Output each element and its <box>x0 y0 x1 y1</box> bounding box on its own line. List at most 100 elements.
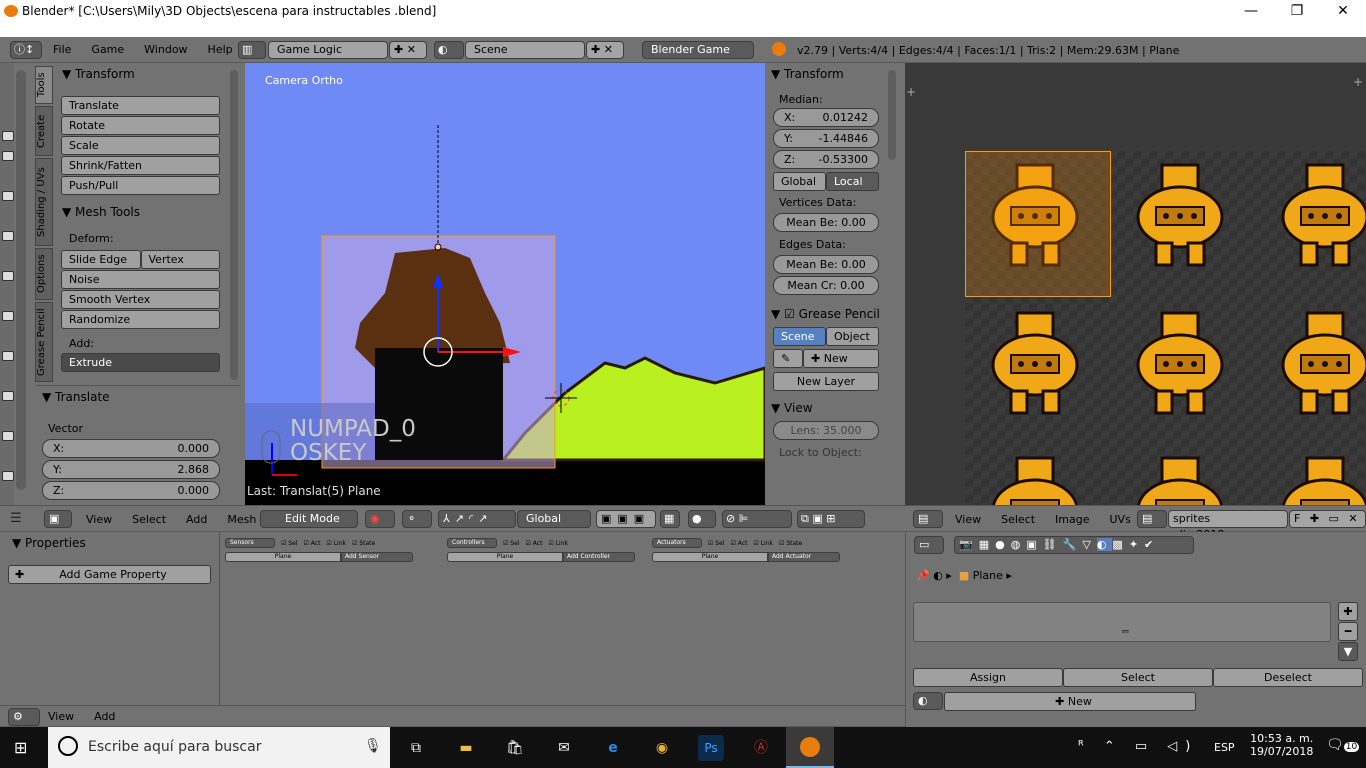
median-y-field[interactable]: Y: -1.44846 <box>773 129 879 148</box>
pivot-select-icon[interactable]: ⚬ <box>402 510 432 528</box>
input-language[interactable]: ESP <box>1214 741 1235 754</box>
assign-button[interactable]: Assign <box>913 668 1063 687</box>
file-explorer-icon[interactable]: ▬ <box>453 735 479 761</box>
menu-game[interactable]: Game <box>91 43 124 56</box>
menu-add[interactable]: Add <box>94 710 115 723</box>
orientation-select[interactable]: Global <box>517 510 591 528</box>
mesh-tools-panel-header[interactable]: ▼ Mesh Tools <box>56 201 240 223</box>
occlude-icon[interactable]: ▦ <box>660 510 680 528</box>
add-slot-button[interactable]: ✚ <box>1338 602 1358 621</box>
median-x-field[interactable]: X: 0.01242 <box>773 108 879 127</box>
snap-tools-icon[interactable]: ⊘ ⊫ <box>722 510 792 528</box>
properties-context-tabs[interactable]: 📷▦●◍▣⛓🔧▽◐▩✦✔ <box>954 536 1194 554</box>
vector-z-field[interactable]: Z: 0.000 <box>42 481 220 500</box>
taskbar-search[interactable]: Escribe aquí para buscar 🎙 <box>48 727 390 768</box>
properties-panel-header[interactable]: ▼ Properties <box>0 532 219 554</box>
blender-taskbar-button[interactable] <box>786 727 834 768</box>
mode-select[interactable]: Edit Mode <box>260 510 358 528</box>
logic-bricks-area[interactable]: Sensors ☑ Sel ☑ Act ☑ Link ☑ State Plane Add … <box>221 532 905 705</box>
fake-user-button[interactable]: F <box>1294 512 1303 525</box>
menu-add[interactable]: Add <box>186 513 207 526</box>
screen-layout-icon[interactable]: ▥ <box>238 41 266 59</box>
randomize-button[interactable]: Randomize <box>61 310 220 329</box>
screen-add-remove-buttons[interactable]: ✚ ✕ <box>389 41 427 59</box>
select-button[interactable]: Select <box>1063 668 1213 687</box>
grease-pencil-panel-header[interactable]: ▼ ☑ Grease Pencil <box>765 303 905 325</box>
object-name-field[interactable]: Plane <box>652 552 768 562</box>
menu-window[interactable]: Window <box>144 43 187 56</box>
tab-grease-pencil[interactable]: Grease Pencil <box>35 302 53 382</box>
uv-selection[interactable] <box>965 151 1111 297</box>
noise-button[interactable]: Noise <box>61 270 220 289</box>
task-view-icon[interactable]: ⧉ <box>403 735 429 761</box>
view-panel-header[interactable]: ▼ View <box>765 397 905 419</box>
new-material-button[interactable]: ✚ New <box>944 692 1196 711</box>
translate-panel-header[interactable]: ▼ Translate <box>36 386 240 408</box>
logic-editor-type-icon[interactable]: ⚙ <box>8 708 40 726</box>
resize-grip-icon[interactable]: ═ <box>1122 625 1129 638</box>
vector-y-field[interactable]: Y: 2.868 <box>42 460 220 479</box>
tab-options[interactable]: Options <box>35 248 53 300</box>
menu-image[interactable]: Image <box>1055 513 1089 526</box>
menu-view[interactable]: View <box>955 513 981 526</box>
edge-mean-bevel-field[interactable]: Mean Be: 0.00 <box>773 255 879 274</box>
mail-icon[interactable]: ✉ <box>551 735 577 761</box>
checkbox-link[interactable]: ☑ Link <box>753 540 773 547</box>
minimize-button[interactable]: — <box>1228 0 1274 24</box>
menu-select[interactable]: Select <box>1001 513 1035 526</box>
menu-mesh[interactable]: Mesh <box>227 513 256 526</box>
checkbox-sel[interactable]: ☑ Sel <box>503 540 519 547</box>
app-icon[interactable]: Ⓐ <box>748 735 774 761</box>
add-sensors-select[interactable]: Add Sensor <box>341 552 413 562</box>
pin-icon[interactable]: 📌 <box>916 569 930 582</box>
render-buttons-icon[interactable]: ⧉ ▣ ⊞ <box>797 510 865 528</box>
3d-viewport[interactable]: Camera Ortho NUMPAD_0 OSKEY Last: Transl… <box>245 63 765 505</box>
object-name-field[interactable]: Plane <box>447 552 563 562</box>
new-layer-button[interactable]: New Layer <box>773 372 879 391</box>
image-browse-icon[interactable]: ▤ <box>1137 510 1167 528</box>
info-editor-type-icon[interactable]: ⓘ↕ <box>10 41 42 59</box>
sensors-filter-select[interactable]: Sensors <box>225 538 275 548</box>
remove-slot-button[interactable]: ━ <box>1338 622 1358 641</box>
checkbox-sel[interactable]: ☑ Sel <box>708 540 724 547</box>
image-fake-add-open-close[interactable]: F ✚ ▭ ✕ <box>1289 510 1366 528</box>
new-gpencil-button[interactable]: ✚ New <box>803 349 879 368</box>
menu-view[interactable]: View <box>86 513 112 526</box>
menu-help[interactable]: Help <box>208 43 233 56</box>
vertex-mean-bevel-field[interactable]: Mean Be: 0.00 <box>773 213 879 232</box>
add-game-property-button[interactable]: ✚ Add Game Property <box>8 565 211 584</box>
scrollbar[interactable] <box>230 70 238 380</box>
checkbox-act[interactable]: ☑ Act <box>730 540 747 547</box>
image-editor-type-icon[interactable]: ▤ <box>913 510 943 528</box>
object-name-field[interactable]: Plane <box>225 552 341 562</box>
checkbox-act[interactable]: ☑ Act <box>303 540 320 547</box>
scene-toggle[interactable]: Scene <box>773 327 826 346</box>
scrollbar[interactable] <box>16 70 26 490</box>
properties-editor-type-icon[interactable]: ▭ <box>914 536 944 554</box>
add-actuators-select[interactable]: Add Actuator <box>768 552 840 562</box>
scale-button[interactable]: Scale <box>61 136 220 155</box>
slot-menu-button[interactable]: ▼ <box>1338 642 1358 661</box>
shading-select-icon[interactable]: ◉ <box>365 510 395 528</box>
windows-start-icon[interactable]: ⊞ <box>14 738 27 757</box>
material-browse-icon[interactable]: ◐ <box>913 692 943 710</box>
deselect-button[interactable]: Deselect <box>1213 668 1363 687</box>
proportional-edit-icon[interactable]: ● <box>688 510 716 528</box>
local-toggle[interactable]: Local <box>826 172 879 191</box>
shrink-fatten-button[interactable]: Shrink/Fatten <box>61 156 220 175</box>
checkbox-state[interactable]: ☑ State <box>352 540 375 547</box>
median-z-field[interactable]: Z: -0.53300 <box>773 150 879 169</box>
image-name-field[interactable]: sprites ali...2018.png <box>1168 510 1288 541</box>
scrollbar[interactable] <box>888 70 896 160</box>
object-toggle[interactable]: Object <box>826 327 879 346</box>
lens-field[interactable]: Lens: 35.000 <box>773 421 879 440</box>
tab-shading-uvs[interactable]: Shading / UVs <box>35 158 53 246</box>
translate-button[interactable]: Translate <box>61 96 220 115</box>
vector-x-field[interactable]: X: 0.000 <box>42 439 220 458</box>
editor-type-cube-icon[interactable]: ▣ <box>44 510 72 528</box>
menu-uvs[interactable]: UVs <box>1110 513 1131 526</box>
photoshop-icon[interactable]: Ps <box>698 735 724 761</box>
smooth-vertex-button[interactable]: Smooth Vertex <box>61 290 220 309</box>
chrome-icon[interactable]: ◉ <box>649 735 675 761</box>
material-slot-list[interactable]: ═ <box>913 602 1331 642</box>
